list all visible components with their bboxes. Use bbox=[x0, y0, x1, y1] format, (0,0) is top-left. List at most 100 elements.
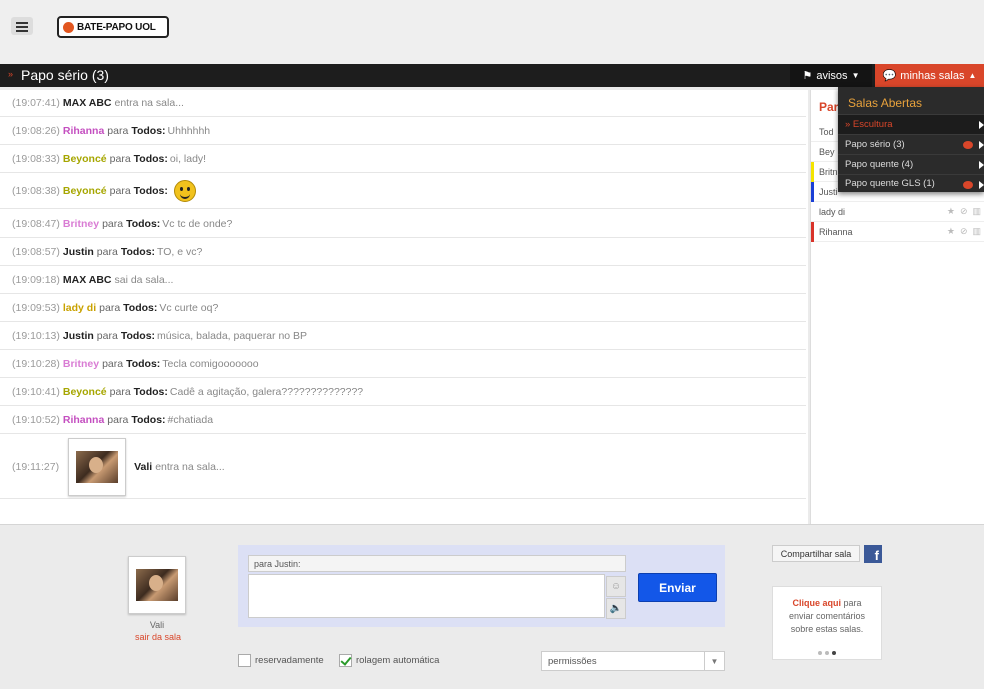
chevron-up-icon: ▲ bbox=[968, 71, 977, 80]
double-arrow-icon: » bbox=[8, 69, 14, 79]
message-recipient: Todos: bbox=[123, 301, 158, 314]
message-nickname[interactable]: Justin bbox=[63, 330, 94, 342]
message-text: TO, e vc? bbox=[157, 245, 203, 258]
logo-text: BATE-PAPO UOL bbox=[77, 21, 156, 33]
message-nickname[interactable]: lady di bbox=[63, 302, 96, 314]
top-bar: BATE-PAPO UOL bbox=[0, 0, 984, 64]
new-message-bubble-icon bbox=[963, 141, 973, 149]
chat-message: (19:09:53) lady di para Todos: Vc curte oq? bbox=[0, 294, 806, 322]
participant-name: lady di bbox=[819, 206, 846, 217]
trash-icon[interactable]: ▥ bbox=[972, 226, 981, 237]
caret-right-icon bbox=[979, 181, 984, 189]
star-icon[interactable]: ★ bbox=[947, 226, 955, 237]
hamburger-menu-icon[interactable] bbox=[11, 17, 33, 35]
compose-box: para Justin: ☺ 🔈 Enviar bbox=[238, 545, 725, 627]
message-nickname[interactable]: Beyoncé bbox=[63, 153, 107, 165]
chat-message: (19:10:52) Rihanna para Todos: #chatiada bbox=[0, 406, 806, 434]
leave-room-link[interactable]: sair da sala bbox=[118, 632, 198, 642]
message-nickname[interactable]: Justin bbox=[63, 246, 94, 258]
minhas-salas-button[interactable]: 💬 minhas salas ▲ bbox=[875, 64, 984, 87]
rolagem-option[interactable]: rolagem automática bbox=[339, 654, 439, 667]
caret-right-icon bbox=[979, 141, 984, 149]
room-bar: » Papo sério (3) ⚑ avisos ▼ 💬 minhas sal… bbox=[0, 64, 984, 87]
participant-color-bar bbox=[811, 182, 814, 202]
block-icon[interactable]: ⊘ bbox=[960, 206, 968, 217]
participant-name: Rihanna bbox=[819, 226, 853, 237]
my-avatar bbox=[128, 556, 186, 614]
message-nickname[interactable]: Rihanna bbox=[63, 414, 104, 426]
participant-color-bar bbox=[811, 222, 814, 242]
uol-logo[interactable]: BATE-PAPO UOL bbox=[57, 16, 169, 38]
chat-message: (19:08:47) Britney para Todos: Vc tc de onde… bbox=[0, 210, 806, 238]
share-room-button[interactable]: Compartilhar sala bbox=[772, 545, 860, 562]
message-time: (19:09:18) bbox=[12, 273, 60, 286]
message-nickname[interactable]: MAX ABC bbox=[63, 97, 112, 109]
message-nickname[interactable]: Britney bbox=[63, 358, 99, 370]
open-room-item[interactable]: Papo quente GLS (1) bbox=[838, 174, 984, 192]
reservado-option[interactable]: reservadamente bbox=[238, 654, 324, 667]
open-room-label: Papo quente (4) bbox=[845, 159, 914, 170]
message-nickname[interactable]: Britney bbox=[63, 218, 99, 230]
block-icon[interactable]: ⊘ bbox=[960, 226, 968, 237]
message-input[interactable] bbox=[248, 574, 605, 618]
feedback-promo: Clique aqui para enviar comentários sobr… bbox=[772, 586, 882, 660]
participant-name: Britn bbox=[819, 166, 838, 177]
chat-message: (19:07:41) MAX ABC entra na sala... bbox=[0, 90, 806, 117]
emoticon-button[interactable]: ☺ bbox=[606, 576, 626, 597]
message-recipient: Todos: bbox=[126, 217, 161, 230]
open-room-item[interactable]: Papo quente (4) bbox=[838, 154, 984, 174]
participant-actions[interactable]: ★ ⊘ ▥ bbox=[947, 206, 981, 217]
message-para: para bbox=[96, 329, 118, 342]
message-text: Cadê a agitação, galera?????????????? bbox=[169, 385, 364, 398]
feedback-link[interactable]: Clique aqui bbox=[792, 598, 841, 608]
message-nickname[interactable]: Beyoncé bbox=[63, 185, 107, 197]
message-text: música, balada, paquerar no BP bbox=[157, 329, 308, 342]
trash-icon[interactable]: ▥ bbox=[972, 206, 981, 217]
participant-item[interactable]: Rihanna ★ ⊘ ▥ bbox=[811, 222, 984, 242]
user-avatar[interactable] bbox=[68, 437, 127, 496]
carousel-dots[interactable] bbox=[773, 651, 881, 655]
avisos-button[interactable]: ⚑ avisos ▼ bbox=[790, 64, 872, 87]
star-icon[interactable]: ★ bbox=[947, 206, 955, 217]
message-text: Uhhhhhh bbox=[167, 125, 211, 137]
open-room-item[interactable]: » Escultura bbox=[838, 114, 984, 134]
participant-item[interactable]: lady di ★ ⊘ ▥ bbox=[811, 202, 984, 222]
open-room-label: Papo quente GLS (1) bbox=[845, 178, 935, 189]
message-time: (19:10:52) bbox=[12, 413, 60, 426]
message-time: (19:09:53) bbox=[12, 301, 60, 314]
message-time: (19:10:28) bbox=[12, 357, 60, 370]
caret-right-icon bbox=[979, 121, 984, 129]
message-para: para bbox=[107, 413, 129, 426]
message-recipient: Todos: bbox=[131, 125, 166, 137]
message-recipient: Todos: bbox=[133, 152, 168, 165]
chat-messages[interactable]: (19:07:41) MAX ABC entra na sala... (19:08:… bbox=[0, 90, 808, 524]
sound-button[interactable]: 🔈 bbox=[606, 598, 626, 619]
message-nickname[interactable]: Beyoncé bbox=[63, 386, 107, 398]
participant-name: Bey bbox=[819, 146, 835, 157]
new-message-bubble-icon bbox=[963, 181, 973, 189]
participant-color-bar bbox=[811, 162, 814, 182]
chat-message: (19:08:38) Beyoncé para Todos: bbox=[0, 173, 806, 209]
reservado-checkbox[interactable] bbox=[238, 654, 251, 667]
message-time: (19:07:41) bbox=[12, 97, 60, 109]
user-avatar-image bbox=[76, 450, 119, 483]
rolagem-checkbox[interactable] bbox=[339, 654, 352, 667]
permissoes-select[interactable]: permissões ▼ bbox=[541, 651, 725, 671]
chat-message: (19:08:33) Beyoncé para Todos: oi, lady! bbox=[0, 145, 806, 173]
open-room-item[interactable]: Papo sério (3) bbox=[838, 134, 984, 154]
room-title: Papo sério (3) bbox=[21, 67, 109, 83]
message-time: (19:10:41) bbox=[12, 385, 60, 398]
message-time: (19:08:47) bbox=[12, 217, 60, 230]
message-nickname[interactable]: Vali bbox=[134, 461, 152, 473]
send-button[interactable]: Enviar bbox=[638, 573, 717, 602]
participant-actions[interactable]: ★ ⊘ ▥ bbox=[947, 226, 981, 237]
message-para: para bbox=[109, 152, 131, 165]
facebook-icon[interactable]: f bbox=[864, 545, 882, 563]
message-recipient: Todos: bbox=[133, 184, 168, 197]
message-text: entra na sala... bbox=[114, 97, 184, 109]
recipient-field[interactable]: para Justin: bbox=[248, 555, 626, 572]
message-nickname[interactable]: Rihanna bbox=[63, 125, 104, 137]
message-time: (19:10:13) bbox=[12, 329, 60, 342]
smiley-icon: ☺ bbox=[610, 581, 622, 592]
message-nickname[interactable]: MAX ABC bbox=[63, 274, 112, 286]
